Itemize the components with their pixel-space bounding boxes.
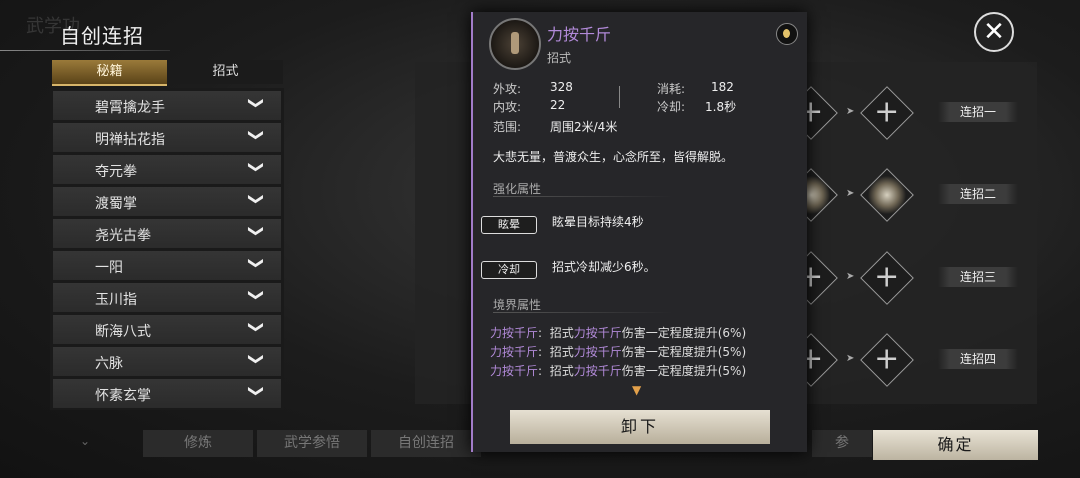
- arrow-right-icon: ➤: [846, 188, 855, 199]
- page-title: 自创连招: [60, 24, 144, 48]
- chevron-down-icon: ❯: [247, 320, 266, 334]
- confirm-button[interactable]: 确定: [873, 430, 1038, 460]
- list-item[interactable]: 六脉 ❯: [53, 347, 281, 377]
- combo-label-1[interactable]: 连招一: [938, 102, 1018, 122]
- chevron-down-icon[interactable]: ⌄: [80, 434, 90, 448]
- realm-row: 力按千斤: 招式力按千斤伤害一定程度提升(6%): [490, 324, 746, 341]
- cooldown-value: 1.8秒: [705, 100, 737, 114]
- enhancement-text: 招式冷却减少6秒。: [552, 260, 656, 274]
- section-divider: [493, 312, 673, 313]
- arrow-right-icon: ➤: [846, 106, 855, 117]
- list-item-label: 夺元拳: [95, 164, 137, 180]
- cost-value: 182: [711, 80, 734, 94]
- skill-type: 招式: [547, 51, 572, 65]
- outer-attack-label: 外攻:: [493, 82, 522, 96]
- enhance-title: 强化属性: [493, 182, 542, 196]
- realm-pre: 招式: [549, 345, 574, 359]
- combo-label-2[interactable]: 连招二: [938, 184, 1018, 204]
- realm-title: 境界属性: [493, 298, 542, 312]
- chevron-down-icon: ❯: [247, 352, 266, 366]
- list-item-label: 明禅拈花指: [95, 132, 165, 148]
- realm-skill: 力按千斤: [573, 326, 622, 340]
- inner-attack-value: 22: [550, 98, 566, 112]
- divider: [619, 86, 620, 108]
- close-icon: ✕: [983, 17, 1005, 47]
- chevron-down-icon: ❯: [247, 96, 266, 110]
- realm-skill: 力按千斤: [573, 364, 622, 378]
- list-item[interactable]: 一阳 ❯: [53, 251, 281, 281]
- list-item-label: 玉川指: [95, 292, 137, 308]
- chevron-down-icon: ❯: [247, 160, 266, 174]
- outer-attack-value: 328: [550, 80, 573, 94]
- custom-combo-button[interactable]: 自创连招: [371, 430, 481, 457]
- section-divider: [493, 196, 673, 197]
- realm-row: 力按千斤: 招式力按千斤伤害一定程度提升(5%): [490, 362, 746, 379]
- list-item[interactable]: 渡蜀掌 ❯: [53, 187, 281, 217]
- realm-row: 力按千斤: 招式力按千斤伤害一定程度提升(5%): [490, 343, 746, 360]
- chevron-down-icon: ❯: [247, 128, 266, 142]
- chevron-down-icon: ❯: [247, 384, 266, 398]
- skill-list: 碧霄擒龙手 ❯ 明禅拈花指 ❯ 夺元拳 ❯ 渡蜀掌 ❯ 尧光古拳 ❯ 一阳 ❯ 玉川指 ❯ 断…: [50, 88, 284, 410]
- skill-detail-popup: 力按千斤 招式 外攻: 328 内攻: 22 消耗: 182 冷却: 1.8秒 …: [471, 12, 807, 452]
- realm-post: 伤害一定程度提升(5%): [621, 345, 747, 359]
- list-item[interactable]: 尧光古拳 ❯: [53, 219, 281, 249]
- list-item-label: 断海八式: [95, 324, 151, 340]
- range-value: 周围2米/4米: [550, 120, 618, 134]
- train-button[interactable]: 修炼: [143, 430, 253, 457]
- list-item-label: 碧霄擒龙手: [95, 100, 165, 116]
- arrow-right-icon: ➤: [846, 271, 855, 282]
- skill-description: 大悲无量，普渡众生，心念所至，皆得解脱。: [493, 150, 734, 164]
- chevron-down-icon: ❯: [247, 224, 266, 238]
- list-item[interactable]: 夺元拳 ❯: [53, 155, 281, 185]
- enhancement-text: 眩晕目标持续4秒: [552, 215, 644, 229]
- tab-moves[interactable]: 招式: [168, 60, 283, 84]
- list-item-label: 一阳: [95, 260, 123, 276]
- combo-label-4[interactable]: 连招四: [938, 349, 1018, 369]
- range-label: 范围:: [493, 120, 522, 134]
- comprehend-button[interactable]: 武学参悟: [257, 430, 367, 457]
- realm-source: 力按千斤: [490, 326, 539, 340]
- list-item[interactable]: 怀素玄掌 ❯: [53, 379, 281, 409]
- chevron-down-icon: ❯: [247, 256, 266, 270]
- list-item-label: 尧光古拳: [95, 228, 151, 244]
- realm-source: 力按千斤: [490, 345, 539, 359]
- realm-post: 伤害一定程度提升(5%): [621, 364, 747, 378]
- list-item-label: 六脉: [95, 356, 123, 372]
- plus-icon: +: [874, 94, 900, 130]
- cooldown-label: 冷却:: [657, 100, 686, 114]
- realm-source: 力按千斤: [490, 364, 539, 378]
- realm-colon: :: [538, 345, 543, 359]
- realm-colon: :: [538, 364, 543, 378]
- list-item[interactable]: 断海八式 ❯: [53, 315, 281, 345]
- unequip-button[interactable]: 卸下: [510, 410, 770, 444]
- chevron-down-icon: ❯: [247, 192, 266, 206]
- tab-secret-manual[interactable]: 秘籍: [52, 60, 167, 86]
- list-item-label: 怀素玄掌: [95, 388, 151, 404]
- list-item[interactable]: 碧霄擒龙手 ❯: [53, 91, 281, 121]
- close-button[interactable]: ✕: [974, 12, 1014, 52]
- list-item[interactable]: 明禅拈花指 ❯: [53, 123, 281, 153]
- cooldown-badge: 冷却: [481, 261, 537, 279]
- monk-figure-icon: [511, 32, 519, 54]
- coin-icon[interactable]: [776, 23, 798, 45]
- stun-badge: 眩晕: [481, 216, 537, 234]
- realm-post: 伤害一定程度提升(6%): [621, 326, 747, 340]
- realm-colon: :: [538, 326, 543, 340]
- chevron-down-icon[interactable]: ▼: [632, 383, 641, 397]
- cost-label: 消耗:: [657, 82, 686, 96]
- plus-icon: +: [874, 259, 900, 295]
- realm-pre: 招式: [549, 326, 574, 340]
- realm-pre: 招式: [549, 364, 574, 378]
- list-item-label: 渡蜀掌: [95, 196, 137, 212]
- skill-name: 力按千斤: [547, 25, 612, 44]
- partial-button[interactable]: 参: [812, 430, 872, 457]
- plus-icon: +: [874, 341, 900, 377]
- list-item[interactable]: 玉川指 ❯: [53, 283, 281, 313]
- inner-attack-label: 内攻:: [493, 100, 522, 114]
- title-underline: [0, 50, 170, 51]
- arrow-right-icon: ➤: [846, 353, 855, 364]
- realm-skill: 力按千斤: [573, 345, 622, 359]
- chevron-down-icon: ❯: [247, 288, 266, 302]
- combo-label-3[interactable]: 连招三: [938, 267, 1018, 287]
